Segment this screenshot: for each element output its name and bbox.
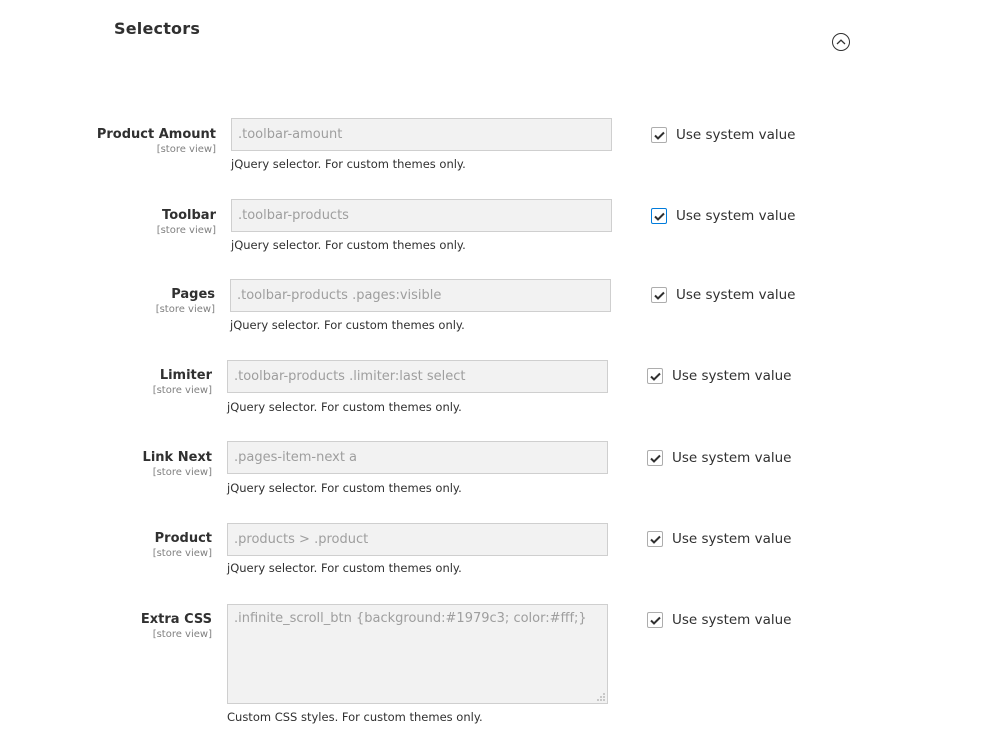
- field-label: Limiter: [159, 368, 212, 383]
- use-system-value-checkbox[interactable]: [651, 287, 667, 303]
- scope-label: [store view]: [156, 144, 216, 155]
- checkmark-icon: [649, 372, 661, 381]
- use-system-value-checkbox[interactable]: [651, 208, 667, 224]
- use-system-value-toggle[interactable]: Use system value: [647, 368, 791, 384]
- field-note: jQuery selector. For custom themes only.: [227, 561, 462, 575]
- use-system-value-label: Use system value: [676, 208, 796, 224]
- field-note: jQuery selector. For custom themes only.: [231, 157, 466, 171]
- section-title: Selectors: [114, 19, 201, 38]
- field-label: Extra CSS: [140, 612, 212, 627]
- use-system-value-checkbox[interactable]: [647, 450, 663, 466]
- pages-input[interactable]: .toolbar-products .pages:visible: [230, 279, 611, 312]
- use-system-value-checkbox[interactable]: [651, 127, 667, 143]
- extra-css-value: .infinite_scroll_btn {background:#1979c3…: [234, 611, 587, 626]
- scope-label: [store view]: [156, 225, 216, 236]
- checkmark-icon: [653, 212, 665, 221]
- product-amount-input[interactable]: .toolbar-amount: [231, 118, 612, 151]
- scope-label: [store view]: [155, 304, 215, 315]
- use-system-value-toggle[interactable]: Use system value: [651, 208, 795, 224]
- limiter-input[interactable]: .toolbar-products .limiter:last select: [227, 360, 608, 393]
- config-page: Selectors Product Amount [store view] .t…: [0, 0, 1001, 753]
- use-system-value-label: Use system value: [672, 368, 792, 384]
- use-system-value-checkbox[interactable]: [647, 612, 663, 628]
- checkmark-icon: [653, 291, 665, 300]
- use-system-value-label: Use system value: [676, 127, 796, 143]
- field-note: jQuery selector. For custom themes only.: [227, 481, 462, 495]
- checkmark-icon: [649, 535, 661, 544]
- field-label: Product: [154, 531, 212, 546]
- use-system-value-checkbox[interactable]: [647, 368, 663, 384]
- field-note: jQuery selector. For custom themes only.: [227, 400, 462, 414]
- chevron-up-icon: [836, 39, 846, 45]
- extra-css-textarea[interactable]: .infinite_scroll_btn {background:#1979c3…: [227, 604, 608, 704]
- checkmark-icon: [653, 131, 665, 140]
- use-system-value-label: Use system value: [672, 612, 792, 628]
- product-input[interactable]: .products > .product: [227, 523, 608, 556]
- resize-handle-icon[interactable]: [597, 693, 605, 701]
- use-system-value-toggle[interactable]: Use system value: [647, 450, 791, 466]
- scope-label: [store view]: [152, 629, 212, 640]
- collapse-section-button[interactable]: [832, 33, 850, 51]
- checkmark-icon: [649, 454, 661, 463]
- link-next-input[interactable]: .pages-item-next a: [227, 441, 608, 474]
- use-system-value-toggle[interactable]: Use system value: [647, 612, 791, 628]
- scope-label: [store view]: [152, 385, 212, 396]
- field-note: jQuery selector. For custom themes only.: [231, 238, 466, 252]
- use-system-value-toggle[interactable]: Use system value: [651, 287, 795, 303]
- scope-label: [store view]: [152, 548, 212, 559]
- field-note: Custom CSS styles. For custom themes onl…: [227, 710, 483, 724]
- field-label: Link Next: [142, 450, 212, 465]
- checkmark-icon: [649, 616, 661, 625]
- field-label: Pages: [171, 287, 215, 302]
- toolbar-input[interactable]: .toolbar-products: [231, 199, 612, 232]
- field-label: Toolbar: [162, 208, 216, 223]
- use-system-value-label: Use system value: [672, 450, 792, 466]
- scope-label: [store view]: [152, 467, 212, 478]
- use-system-value-label: Use system value: [676, 287, 796, 303]
- use-system-value-toggle[interactable]: Use system value: [647, 531, 791, 547]
- field-label: Product Amount: [96, 127, 216, 142]
- use-system-value-label: Use system value: [672, 531, 792, 547]
- use-system-value-checkbox[interactable]: [647, 531, 663, 547]
- field-note: jQuery selector. For custom themes only.: [230, 318, 465, 332]
- use-system-value-toggle[interactable]: Use system value: [651, 127, 795, 143]
